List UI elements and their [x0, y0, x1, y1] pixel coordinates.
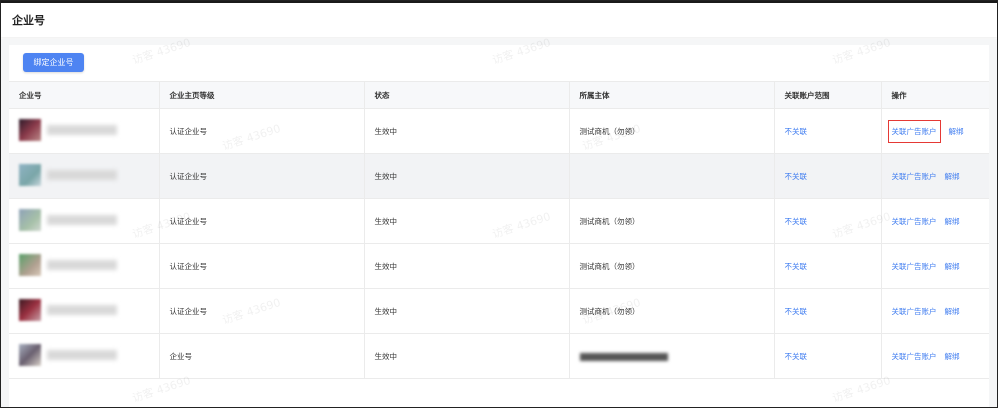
link-ad-account-button[interactable]: 关联广告账户 [892, 216, 937, 227]
enterprise-cell [9, 333, 160, 379]
subject-cell [569, 333, 775, 379]
actions-cell: 关联广告账户 解绑 [881, 198, 989, 244]
main-content: 绑定企业号 企业号 企业主页等级 状态 所属主体 关联账户范围 操作 认证企业号… [1, 39, 997, 407]
scope-link[interactable]: 不关联 [785, 217, 808, 226]
redacted-name [47, 170, 117, 180]
actions-cell: 关联广告账户 解绑 [881, 333, 989, 379]
status-cell: 生效中 [364, 333, 570, 379]
enterprise-cell [9, 153, 160, 199]
column-header-subject: 所属主体 [569, 81, 775, 109]
subject-cell: 测试商机（勿领） [569, 288, 775, 334]
column-header-scope: 关联账户范围 [774, 81, 882, 109]
level-cell: 认证企业号 [159, 153, 365, 199]
scope-link[interactable]: 不关联 [785, 127, 808, 136]
unbind-button[interactable]: 解绑 [945, 216, 960, 227]
unbind-button[interactable]: 解绑 [945, 261, 960, 272]
avatar [19, 299, 41, 321]
table-row: 认证企业号 生效中 测试商机（勿领） 不关联 关联广告账户 解绑 [9, 243, 989, 289]
avatar [19, 119, 41, 141]
table-row: 认证企业号 生效中 不关联 关联广告账户 解绑 [9, 153, 989, 199]
status-cell: 生效中 [364, 198, 570, 244]
subject-cell [569, 153, 775, 199]
level-cell: 认证企业号 [159, 243, 365, 289]
scope-cell: 不关联 [774, 198, 882, 244]
link-ad-account-button[interactable]: 关联广告账户 [887, 119, 941, 143]
avatar [19, 164, 41, 186]
scope-link[interactable]: 不关联 [785, 262, 808, 271]
scope-link[interactable]: 不关联 [785, 352, 808, 361]
enterprise-cell [9, 108, 160, 154]
unbind-button[interactable]: 解绑 [949, 126, 964, 137]
link-ad-account-button[interactable]: 关联广告账户 [892, 261, 937, 272]
column-header-status: 状态 [364, 81, 570, 109]
column-header-enterprise: 企业号 [9, 81, 160, 109]
scope-cell: 不关联 [774, 243, 882, 289]
status-cell: 生效中 [364, 288, 570, 334]
table-row: 认证企业号 生效中 测试商机（勿领） 不关联 关联广告账户 解绑 [9, 198, 989, 244]
redacted-name [47, 305, 117, 315]
table-panel: 绑定企业号 企业号 企业主页等级 状态 所属主体 关联账户范围 操作 认证企业号… [9, 45, 989, 407]
bind-enterprise-button[interactable]: 绑定企业号 [23, 53, 84, 72]
subject-cell: 测试商机（勿领） [569, 108, 775, 154]
level-cell: 认证企业号 [159, 198, 365, 244]
enterprise-cell [9, 243, 160, 289]
enterprise-cell [9, 288, 160, 334]
enterprise-cell [9, 198, 160, 244]
redacted-name [47, 260, 117, 270]
table-row: 企业号 生效中 不关联 关联广告账户 解绑 [9, 333, 989, 379]
avatar [19, 209, 41, 231]
table-row: 认证企业号 生效中 测试商机（勿领） 不关联 关联广告账户 解绑 [9, 108, 989, 154]
enterprise-table: 企业号 企业主页等级 状态 所属主体 关联账户范围 操作 认证企业号 生效中 测… [9, 81, 989, 379]
link-ad-account-button[interactable]: 关联广告账户 [892, 351, 937, 362]
unbind-button[interactable]: 解绑 [945, 306, 960, 317]
unbind-button[interactable]: 解绑 [945, 351, 960, 362]
subject-cell: 测试商机（勿领） [569, 198, 775, 244]
subject-cell: 测试商机（勿领） [569, 243, 775, 289]
avatar [19, 254, 41, 276]
status-cell: 生效中 [364, 243, 570, 289]
page-title: 企业号 [12, 14, 45, 27]
page-header: 企业号 [1, 3, 997, 37]
actions-cell: 关联广告账户 解绑 [881, 153, 989, 199]
actions-cell: 关联广告账户 解绑 [881, 243, 989, 289]
redacted-subject [579, 352, 668, 361]
level-cell: 认证企业号 [159, 108, 365, 154]
status-cell: 生效中 [364, 153, 570, 199]
table-row: 认证企业号 生效中 测试商机（勿领） 不关联 关联广告账户 解绑 [9, 288, 989, 334]
column-header-level: 企业主页等级 [159, 81, 365, 109]
link-ad-account-button[interactable]: 关联广告账户 [892, 171, 937, 182]
scope-cell: 不关联 [774, 153, 882, 199]
level-cell: 认证企业号 [159, 288, 365, 334]
scope-cell: 不关联 [774, 333, 882, 379]
scope-link[interactable]: 不关联 [785, 307, 808, 316]
unbind-button[interactable]: 解绑 [945, 171, 960, 182]
scope-cell: 不关联 [774, 288, 882, 334]
actions-cell: 关联广告账户 解绑 [881, 108, 989, 154]
avatar [19, 344, 41, 366]
column-header-actions: 操作 [881, 81, 989, 109]
scope-cell: 不关联 [774, 108, 882, 154]
redacted-name [47, 215, 117, 225]
scope-link[interactable]: 不关联 [785, 172, 808, 181]
redacted-name [47, 125, 117, 135]
actions-cell: 关联广告账户 解绑 [881, 288, 989, 334]
level-cell: 企业号 [159, 333, 365, 379]
link-ad-account-button[interactable]: 关联广告账户 [892, 306, 937, 317]
redacted-name [47, 350, 117, 360]
status-cell: 生效中 [364, 108, 570, 154]
table-header-row: 企业号 企业主页等级 状态 所属主体 关联账户范围 操作 [9, 81, 989, 109]
